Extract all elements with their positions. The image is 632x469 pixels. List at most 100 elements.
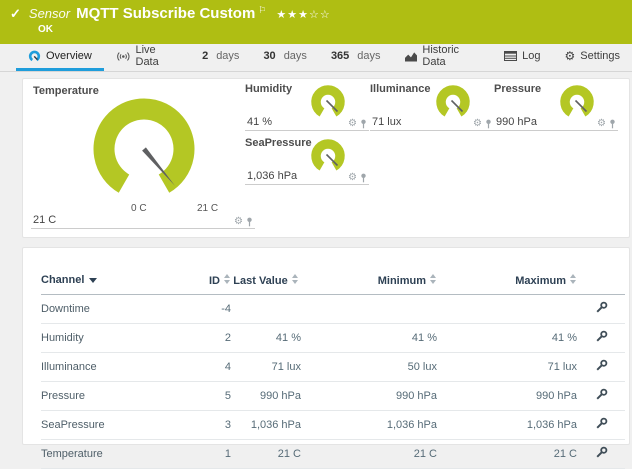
chart-icon [405, 51, 418, 62]
tab-unit: days [357, 50, 380, 62]
channel-min [301, 295, 437, 324]
gauge-title: Illuminance [370, 83, 431, 95]
gear-icon[interactable]: ⚙ [473, 119, 482, 129]
gauge-value: 21 C [33, 214, 56, 226]
channel-settings-icon[interactable] [595, 417, 608, 430]
humidity-gauge-block: Humidity 41 % ⚙ [245, 83, 369, 131]
channel-id: 2 [189, 324, 231, 353]
tab-unit: days [216, 50, 239, 62]
channel-settings-icon[interactable] [595, 359, 608, 372]
tab-label: Historic Data [422, 44, 480, 68]
tab-historic-data[interactable]: Historic Data [393, 44, 493, 71]
seapressure-gauge [309, 137, 347, 173]
gear-icon[interactable]: ⚙ [348, 119, 357, 129]
sort-icon [430, 274, 437, 284]
pin-icon[interactable] [360, 173, 367, 183]
gear-icon[interactable]: ⚙ [348, 173, 357, 183]
channel-name[interactable]: Humidity [41, 324, 189, 353]
tab-label: Log [522, 50, 540, 62]
tab-bar: Overview Live Data 2 days 30 days 365 da… [0, 44, 632, 72]
channel-id: 4 [189, 353, 231, 382]
gear-icon[interactable]: ⚙ [597, 119, 606, 129]
header-last-value[interactable]: Last Value [231, 274, 301, 295]
channel-name[interactable]: Downtime [41, 295, 189, 324]
gear-icon: ⚙ [564, 49, 575, 63]
gauge-value: 41 % [247, 116, 272, 128]
priority-stars[interactable]: ★★★☆☆ [276, 8, 330, 21]
tab-label: Live Data [136, 44, 179, 68]
tab-live-data[interactable]: Live Data [104, 44, 190, 71]
pin-icon[interactable] [246, 217, 253, 227]
channel-last: 71 lux [231, 353, 301, 382]
tab-overview[interactable]: Overview [16, 44, 104, 71]
gauge-footer: 990 hPa ⚙ [494, 115, 618, 131]
channel-max [437, 295, 577, 324]
sort-icon [570, 274, 577, 284]
channel-name[interactable]: Illuminance [41, 353, 189, 382]
channel-max: 41 % [437, 324, 577, 353]
pressure-gauge [558, 83, 596, 119]
pin-icon[interactable] [360, 119, 367, 129]
pin-icon[interactable] [485, 119, 492, 129]
channel-min: 50 lux [301, 353, 437, 382]
channel-name[interactable]: Pressure [41, 382, 189, 411]
broadcast-icon [116, 51, 131, 62]
gauge-title: SeaPressure [245, 137, 312, 149]
tab-30-days[interactable]: 30 days [251, 44, 319, 71]
illuminance-gauge [434, 83, 472, 119]
header-channel[interactable]: Channel [41, 274, 189, 295]
gauges-panel: Temperature 0 C 21 C 21 C ⚙ Humidity 41 … [22, 78, 630, 238]
channel-last: 990 hPa [231, 382, 301, 411]
channel-settings-icon[interactable] [595, 301, 608, 314]
table-row[interactable]: Downtime -4 [41, 295, 625, 324]
table-row[interactable]: Pressure 5 990 hPa 990 hPa 990 hPa [41, 382, 625, 411]
gauge-footer: 41 % ⚙ [245, 115, 369, 131]
sort-icon [292, 274, 299, 284]
tab-2-days[interactable]: 2 days [190, 44, 251, 71]
channel-name[interactable]: SeaPressure [41, 411, 189, 440]
tab-settings[interactable]: ⚙ Settings [552, 44, 632, 71]
gauge-icon [28, 50, 41, 63]
channel-max: 1,036 hPa [437, 411, 577, 440]
channel-settings-icon[interactable] [595, 388, 608, 401]
header-maximum[interactable]: Maximum [437, 274, 577, 295]
table-row[interactable]: Illuminance 4 71 lux 50 lux 71 lux [41, 353, 625, 382]
tab-log[interactable]: Log [492, 44, 552, 71]
gauge-title: Pressure [494, 83, 541, 95]
channel-max: 990 hPa [437, 382, 577, 411]
sensor-kind-label: Sensor [29, 6, 70, 21]
gauge-footer: 71 lux ⚙ [370, 115, 494, 131]
table-header-row: Channel ID Last Value Minimum Maximum [41, 274, 625, 295]
gauge-value: 71 lux [372, 116, 401, 128]
flag-icon[interactable]: ⚐ [258, 5, 266, 16]
pressure-gauge-block: Pressure 990 hPa ⚙ [494, 83, 618, 131]
table-row[interactable]: Humidity 2 41 % 41 % 41 % [41, 324, 625, 353]
channels-table: Channel ID Last Value Minimum Maximum Do… [41, 274, 625, 469]
table-row[interactable]: SeaPressure 3 1,036 hPa 1,036 hPa 1,036 … [41, 411, 625, 440]
gear-icon[interactable]: ⚙ [234, 217, 243, 227]
channel-id: 3 [189, 411, 231, 440]
gauge-footer: 1,036 hPa ⚙ [245, 169, 369, 185]
sensor-header: ✓ Sensor MQTT Subscribe Custom ⚐ ★★★☆☆ O… [0, 0, 632, 44]
channel-last: 1,036 hPa [231, 411, 301, 440]
temperature-gauge [87, 91, 207, 201]
sensor-title-row: ✓ Sensor MQTT Subscribe Custom ⚐ ★★★☆☆ [10, 5, 622, 22]
channel-min: 990 hPa [301, 382, 437, 411]
humidity-gauge [309, 83, 347, 119]
channel-settings-icon[interactable] [595, 330, 608, 343]
sort-down-icon [89, 278, 97, 283]
gauge-title: Humidity [245, 83, 292, 95]
header-settings [577, 274, 625, 295]
channel-settings-icon[interactable] [595, 446, 608, 459]
header-id[interactable]: ID [189, 274, 231, 295]
pin-icon[interactable] [609, 119, 616, 129]
tab-number: 2 [202, 50, 208, 62]
tab-365-days[interactable]: 365 days [319, 44, 393, 71]
header-minimum[interactable]: Minimum [301, 274, 437, 295]
channel-id: 5 [189, 382, 231, 411]
channel-last: 41 % [231, 324, 301, 353]
tab-label: Overview [46, 50, 92, 62]
channel-id: -4 [189, 295, 231, 324]
status-badge: OK [38, 24, 622, 35]
ok-check-icon: ✓ [10, 6, 21, 22]
